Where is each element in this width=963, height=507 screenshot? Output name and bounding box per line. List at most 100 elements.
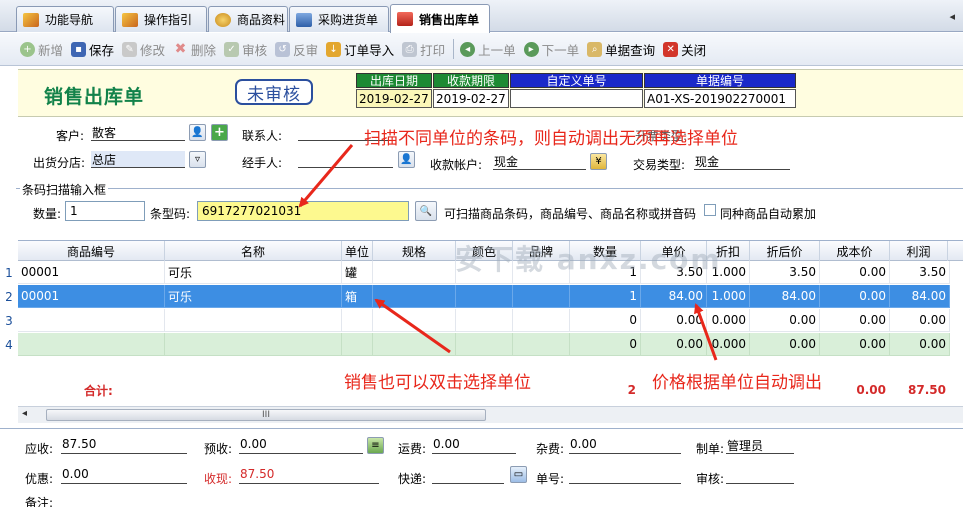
scrollbar-thumb[interactable]: III <box>46 409 486 421</box>
save-button[interactable]: ▪ 保存 <box>71 40 114 59</box>
cell-code[interactable]: 00001 <box>18 285 165 308</box>
customer-field[interactable]: 散客 <box>91 124 185 141</box>
col-net-price[interactable]: 折后价 <box>750 241 820 261</box>
table-row[interactable]: 2 00001 可乐箱 1 84.00 1.000 84.00 0.00 84.00 <box>5 285 963 308</box>
cell-cost[interactable]: 0.00 <box>820 309 890 332</box>
document-number-field[interactable]: A01-XS-201902270001 <box>644 89 796 108</box>
quantity-input[interactable]: 1 <box>65 201 145 221</box>
payment-due-field[interactable]: 2019-02-27 <box>433 89 509 108</box>
cell-code[interactable] <box>18 309 165 332</box>
import-order-button[interactable]: ↓ 订单导入 <box>326 40 394 59</box>
col-product-code[interactable]: 商品编号 <box>18 241 165 261</box>
cell-discount[interactable]: 1.000 <box>707 285 750 308</box>
add-customer-icon[interactable]: + <box>211 124 228 141</box>
cell-price[interactable]: 84.00 <box>641 285 707 308</box>
cell-profit[interactable]: 0.00 <box>890 333 950 356</box>
cell-cost[interactable]: 0.00 <box>820 285 890 308</box>
cell-unit[interactable]: 箱 <box>342 285 373 308</box>
misc-fee-field[interactable]: 0.00 <box>569 437 681 454</box>
scroll-left-icon[interactable]: ◂ <box>22 408 27 419</box>
delete-button[interactable]: ✖ 删除 <box>173 40 216 59</box>
cell-unit[interactable] <box>342 333 373 356</box>
col-cost-price[interactable]: 成本价 <box>820 241 890 261</box>
cell-brand[interactable] <box>513 285 570 308</box>
unaudit-button[interactable]: ↺ 反审 <box>275 40 318 59</box>
query-button[interactable]: ⌕ 单据查询 <box>587 40 655 59</box>
cell-spec[interactable] <box>373 261 456 284</box>
cell-discount[interactable]: 0.000 <box>707 309 750 332</box>
col-profit[interactable]: 利润 <box>890 241 948 261</box>
edit-button[interactable]: ✎ 修改 <box>122 40 165 59</box>
courier-field[interactable] <box>432 467 504 484</box>
cell-net[interactable]: 0.00 <box>750 309 820 332</box>
cell-discount[interactable]: 0.000 <box>707 333 750 356</box>
customer-lookup-icon[interactable]: 👤 <box>189 124 206 141</box>
cell-color[interactable] <box>456 285 513 308</box>
tab-operation-guide[interactable]: 操作指引 <box>115 6 207 32</box>
tab-function-nav[interactable]: 功能导航 <box>16 6 114 32</box>
cell-cost[interactable]: 0.00 <box>820 333 890 356</box>
cell-unit[interactable] <box>342 309 373 332</box>
cell-net[interactable]: 3.50 <box>750 261 820 284</box>
cash-received-field[interactable]: 87.50 <box>239 467 379 484</box>
freight-field[interactable]: 0.00 <box>432 437 516 454</box>
new-button[interactable]: + 新增 <box>20 40 63 59</box>
cell-spec[interactable] <box>373 285 456 308</box>
cell-spec[interactable] <box>373 333 456 356</box>
cell-name[interactable]: 可乐 <box>165 285 342 308</box>
cell-net[interactable]: 84.00 <box>750 285 820 308</box>
cell-code[interactable] <box>18 333 165 356</box>
receivable-field[interactable]: 87.50 <box>61 437 187 454</box>
col-unit[interactable]: 单位 <box>342 241 373 261</box>
horizontal-scrollbar[interactable]: ◂ III <box>18 406 963 423</box>
cell-net[interactable]: 0.00 <box>750 333 820 356</box>
cell-color[interactable] <box>456 333 513 356</box>
cell-color[interactable] <box>456 309 513 332</box>
cell-name[interactable]: 可乐 <box>165 261 342 284</box>
col-name[interactable]: 名称 <box>165 241 342 261</box>
cell-name[interactable] <box>165 333 342 356</box>
discount-field[interactable]: 0.00 <box>61 467 187 484</box>
cell-qty[interactable]: 0 <box>570 333 641 356</box>
account-lookup-icon[interactable]: ¥ <box>590 153 607 170</box>
col-spec[interactable]: 规格 <box>373 241 456 261</box>
tab-sales-outbound[interactable]: 销售出库单 <box>390 4 490 33</box>
prepaid-lookup-icon[interactable]: ≡ <box>367 437 384 454</box>
handler-lookup-icon[interactable]: 👤 <box>398 151 415 168</box>
accumulate-checkbox[interactable] <box>704 204 716 216</box>
cell-price[interactable]: 0.00 <box>641 333 707 356</box>
tab-product-data[interactable]: 商品资料 <box>208 6 288 32</box>
prepaid-field[interactable]: 0.00 <box>239 437 363 454</box>
cell-cost[interactable]: 0.00 <box>820 261 890 284</box>
audit-button[interactable]: ✓ 审核 <box>224 40 267 59</box>
barcode-input[interactable]: 6917277021031 <box>197 201 409 221</box>
cell-qty[interactable]: 0 <box>570 309 641 332</box>
search-icon[interactable]: 🔍 <box>415 201 437 221</box>
courier-lookup-icon[interactable]: ▭ <box>510 466 527 483</box>
account-field[interactable]: 现金 <box>493 153 586 170</box>
outbound-date-field[interactable]: 2019-02-27 <box>356 89 432 108</box>
table-row[interactable]: 4 0 0.00 0.000 0.00 0.00 0.00 <box>5 333 963 356</box>
print-button[interactable]: ⎙ 打印 <box>402 40 445 59</box>
waybill-field[interactable] <box>569 467 681 484</box>
cell-unit[interactable]: 罐 <box>342 261 373 284</box>
cell-qty[interactable]: 1 <box>570 285 641 308</box>
next-button[interactable]: ▸ 下一单 <box>523 40 579 59</box>
cell-profit[interactable]: 0.00 <box>890 309 950 332</box>
cell-spec[interactable] <box>373 309 456 332</box>
cell-price[interactable]: 0.00 <box>641 309 707 332</box>
custom-number-field[interactable] <box>510 89 643 108</box>
tab-purchase-order[interactable]: 采购进货单 <box>289 6 389 32</box>
cell-brand[interactable] <box>513 309 570 332</box>
cell-profit[interactable]: 84.00 <box>890 285 950 308</box>
cell-name[interactable] <box>165 309 342 332</box>
trade-type-field[interactable]: 现金 <box>694 153 790 170</box>
table-row[interactable]: 3 0 0.00 0.000 0.00 0.00 0.00 <box>5 309 963 332</box>
close-button[interactable]: ✕ 关闭 <box>663 40 706 59</box>
cell-brand[interactable] <box>513 333 570 356</box>
tab-scroll-left-icon[interactable]: ◂ <box>949 10 955 23</box>
cell-code[interactable]: 00001 <box>18 261 165 284</box>
cell-profit[interactable]: 3.50 <box>890 261 950 284</box>
handler-field[interactable] <box>298 151 393 168</box>
prev-button[interactable]: ◂ 上一单 <box>460 40 516 59</box>
